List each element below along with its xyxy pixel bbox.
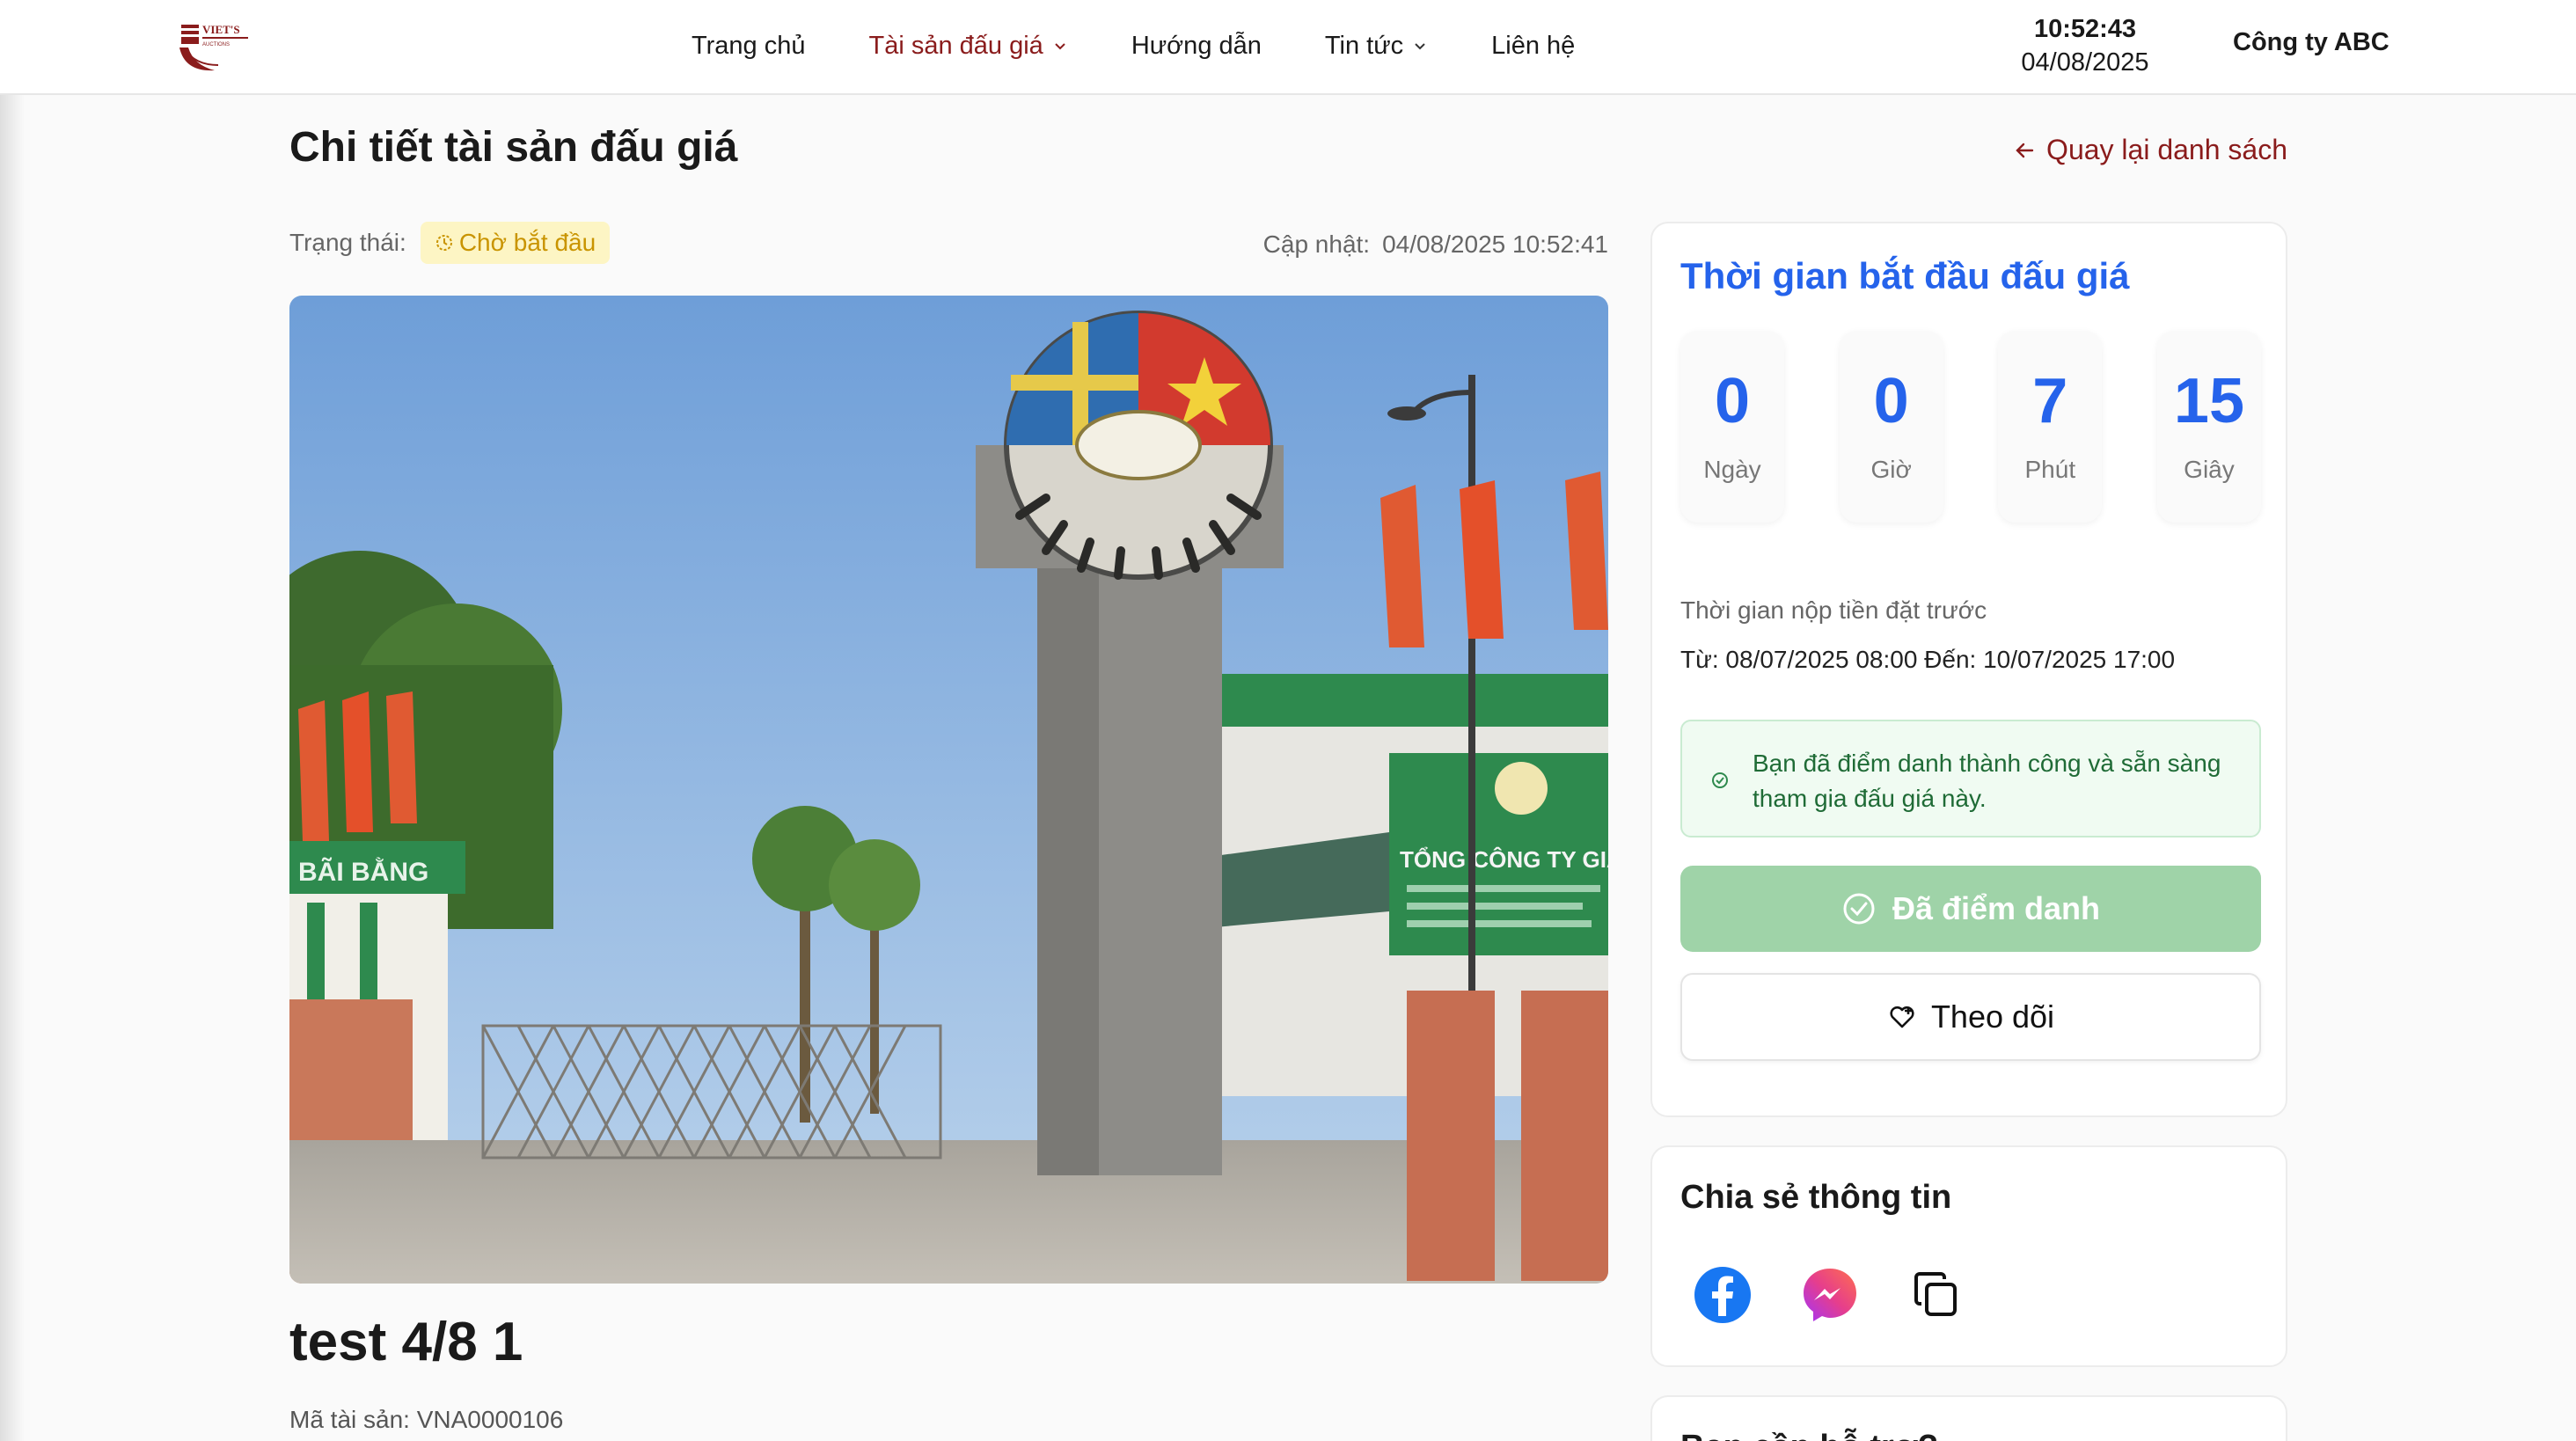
updated-value: 04/08/2025 10:52:41	[1382, 230, 1608, 258]
nav-news[interactable]: Tin tức	[1325, 32, 1428, 61]
countdown-hours-label: Giờ	[1870, 456, 1912, 483]
deposit-period-label: Thời gian nộp tiền đặt trước	[1680, 596, 1987, 624]
clock-date: 04/08/2025	[2021, 48, 2149, 77]
countdown-seconds-label: Giây	[2184, 456, 2235, 483]
asset-photo-illustration: BÃI BẰNG TỔNG CÔNG TY GIẤY	[289, 296, 1608, 1284]
user-company-menu[interactable]: Công ty ABC	[2233, 28, 2389, 57]
svg-text:AUCTIONS: AUCTIONS	[202, 42, 230, 48]
nav-guide-label: Hướng dẫn	[1131, 31, 1262, 60]
nav-auction-assets[interactable]: Tài sản đấu giá	[869, 32, 1068, 61]
check-circle-icon	[1712, 772, 1728, 788]
share-title: Chia sẻ thông tin	[1680, 1179, 1952, 1216]
copy-icon[interactable]	[1907, 1265, 1967, 1325]
svg-text:BÃI BẰNG: BÃI BẰNG	[298, 857, 428, 887]
top-navbar: VIET'S AUCTIONS Trang chủ Tài sản đấu gi…	[0, 0, 2576, 95]
main-nav: Trang chủ Tài sản đấu giá Hướng dẫn Tin …	[692, 0, 1575, 91]
countdown-timer: 0 Ngày 0 Giờ 7 Phút 15 Giây	[1680, 331, 2261, 523]
support-title: Bạn cần hỗ trợ?	[1680, 1429, 1938, 1441]
messenger-icon[interactable]	[1800, 1265, 1860, 1325]
site-logo[interactable]: VIET'S AUCTIONS	[176, 21, 253, 76]
support-card: Bạn cần hỗ trợ?	[1650, 1395, 2287, 1441]
checked-in-button[interactable]: Đã điểm danh	[1680, 866, 2261, 952]
countdown-hours: 0 Giờ	[1839, 331, 1943, 523]
left-edge-shadow	[0, 0, 25, 1441]
page-title: Chi tiết tài sản đấu giá	[289, 124, 738, 171]
clock-icon	[435, 235, 452, 251]
status-badge: Chờ bắt đầu	[420, 222, 611, 264]
asset-name: test 4/8 1	[289, 1312, 523, 1372]
follow-label: Theo dõi	[1930, 998, 2055, 1035]
checked-in-label: Đã điểm danh	[1892, 890, 2101, 926]
countdown-minutes-label: Phút	[2024, 456, 2076, 483]
nav-home[interactable]: Trang chủ	[692, 32, 806, 61]
countdown-hours-value: 0	[1873, 366, 1909, 436]
countdown-title: Thời gian bắt đầu đấu giá	[1680, 255, 2130, 296]
countdown-days-value: 0	[1714, 366, 1751, 436]
countdown-minutes-value: 7	[2032, 366, 2068, 436]
heart-plus-icon	[1890, 1006, 1914, 1028]
deposit-period-range: Từ: 08/07/2025 08:00 Đến: 10/07/2025 17:…	[1680, 646, 2176, 673]
asset-code: Mã tài sản: VNA0000106	[289, 1406, 564, 1433]
status-badge-text: Chờ bắt đầu	[458, 229, 596, 256]
updated-label: Cập nhật:	[1262, 230, 1371, 258]
back-link-label: Quay lại danh sách	[2046, 134, 2287, 165]
arrow-left-icon	[2016, 143, 2034, 157]
chevron-down-icon	[1415, 43, 1425, 50]
chevron-down-icon	[1055, 43, 1065, 50]
check-circle-icon	[1843, 893, 1875, 925]
follow-button[interactable]: Theo dõi	[1680, 973, 2261, 1061]
nav-contact[interactable]: Liên hệ	[1491, 32, 1575, 61]
nav-auction-assets-label: Tài sản đấu giá	[868, 31, 1043, 60]
countdown-days-label: Ngày	[1703, 456, 1761, 483]
notice-text: Bạn đã điểm danh thành công và sẵn sàng …	[1753, 750, 2221, 812]
status-label: Trạng thái:	[289, 229, 406, 256]
nav-news-label: Tin tức	[1324, 31, 1404, 60]
facebook-icon[interactable]	[1693, 1265, 1753, 1325]
share-icons	[1693, 1265, 1967, 1325]
status-row: Trạng thái: Chờ bắt đầu	[289, 222, 611, 264]
checkin-success-notice: Bạn đã điểm danh thành công và sẵn sàng …	[1680, 720, 2261, 838]
countdown-days: 0 Ngày	[1680, 331, 1784, 523]
svg-text:VIET'S: VIET'S	[202, 23, 240, 36]
updated-info: Cập nhật: 04/08/2025 10:52:41	[1263, 230, 1608, 259]
share-card: Chia sẻ thông tin	[1650, 1145, 2287, 1367]
asset-photo[interactable]: BÃI BẰNG TỔNG CÔNG TY GIẤY	[289, 296, 1608, 1284]
nav-guide[interactable]: Hướng dẫn	[1131, 32, 1262, 61]
svg-text:TỔNG CÔNG TY GIẤY: TỔNG CÔNG TY GIẤY	[1400, 846, 1608, 873]
nav-home-label: Trang chủ	[692, 31, 806, 60]
server-clock: 10:52:43 04/08/2025	[1997, 12, 2173, 79]
clock-time: 10:52:43	[2033, 15, 2137, 43]
back-to-list-link[interactable]: Quay lại danh sách	[2013, 134, 2287, 166]
nav-contact-label: Liên hệ	[1491, 31, 1576, 60]
countdown-seconds: 15 Giây	[2156, 331, 2261, 523]
countdown-seconds-value: 15	[2173, 366, 2245, 436]
countdown-minutes: 7 Phút	[1998, 331, 2103, 523]
countdown-card: Thời gian bắt đầu đấu giá 0 Ngày 0 Giờ 7…	[1650, 222, 2287, 1117]
